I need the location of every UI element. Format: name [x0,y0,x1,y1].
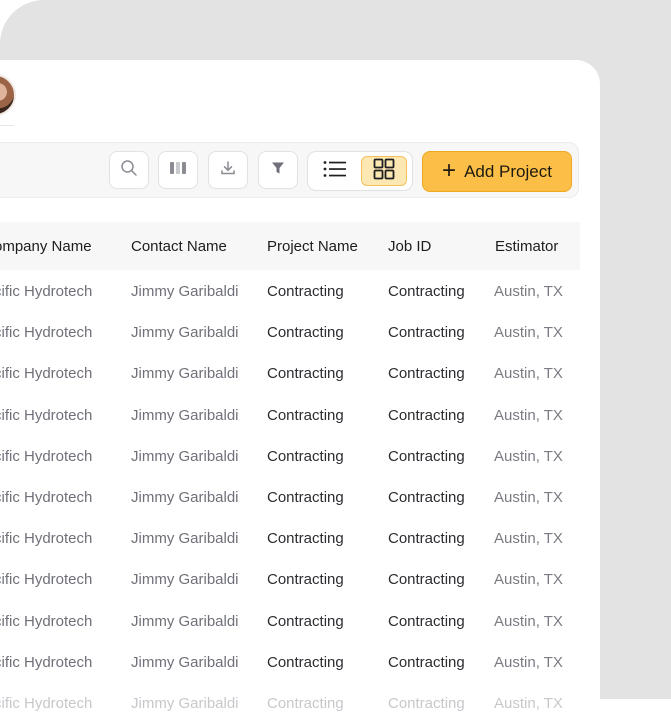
estimator-cell: Austin, TX [494,324,563,342]
project-name-cell: Contracting [267,530,344,548]
filter-icon [270,160,286,181]
header-company-name[interactable]: ompany Name [0,238,92,255]
header-divider [0,125,14,126]
contact-name-cell: Jimmy Garibaldi [131,406,239,424]
job-id-cell: Contracting [388,447,465,465]
grid-view-button[interactable] [361,156,407,186]
company-name-cell: cific Hydrotech [0,530,93,548]
columns-icon [169,161,187,180]
job-id-cell: Contracting [388,283,465,300]
header-project-name[interactable]: Project Name [267,238,358,255]
project-name-cell: Contracting [267,406,344,424]
filter-button[interactable] [258,151,298,189]
estimator-cell: Austin, TX [494,612,563,630]
list-view-button[interactable] [312,156,358,186]
header-job-id[interactable]: Job ID [388,238,431,255]
project-name-cell: Contracting [267,695,344,712]
job-id-cell: Contracting [388,653,465,671]
contact-name-cell: Jimmy Garibaldi [131,489,239,506]
job-id-cell: Contracting [388,489,465,506]
estimator-cell: Austin, TX [494,283,563,300]
company-name-cell: cific Hydrotech [0,695,93,712]
estimator-cell: Austin, TX [494,489,563,506]
company-name-cell: cific Hydrotech [0,283,93,300]
search-button[interactable] [109,151,149,189]
estimator-cell: Austin, TX [494,695,563,712]
estimator-cell: Austin, TX [494,406,563,424]
estimator-cell: Austin, TX [494,447,563,465]
project-name-cell: Contracting [267,324,344,342]
job-id-cell: Contracting [388,530,465,548]
header-estimator[interactable]: Estimator [495,238,558,255]
job-id-cell: Contracting [388,365,465,383]
project-name-cell: Contracting [267,653,344,671]
job-id-cell: Contracting [388,612,465,630]
project-name-cell: Contracting [267,447,344,465]
company-name-cell: cific Hydrotech [0,324,93,342]
contact-name-cell: Jimmy Garibaldi [131,324,239,342]
contact-name-cell: Jimmy Garibaldi [131,447,239,465]
company-name-cell: cific Hydrotech [0,489,93,506]
header-contact-name[interactable]: Contact Name [131,238,227,255]
estimator-cell: Austin, TX [494,571,563,589]
job-id-cell: Contracting [388,695,465,712]
project-name-cell: Contracting [267,489,344,506]
company-name-cell: cific Hydrotech [0,612,93,630]
contact-name-cell: Jimmy Garibaldi [131,695,239,712]
company-name-cell: cific Hydrotech [0,447,93,465]
contact-name-cell: Jimmy Garibaldi [131,283,239,300]
project-name-cell: Contracting [267,571,344,589]
estimator-cell: Austin, TX [494,530,563,548]
search-icon [120,159,138,182]
project-name-cell: Contracting [267,365,344,383]
estimator-cell: Austin, TX [494,365,563,383]
columns-button[interactable] [158,151,198,189]
download-button[interactable] [208,151,248,189]
list-view-icon [323,160,347,183]
company-name-cell: cific Hydrotech [0,571,93,589]
contact-name-cell: Jimmy Garibaldi [131,612,239,630]
company-name-cell: cific Hydrotech [0,365,93,383]
add-project-label: Add Project [464,161,552,181]
grid-view-icon [373,158,395,185]
add-project-button[interactable]: + Add Project [422,151,572,192]
job-id-cell: Contracting [388,406,465,424]
contact-name-cell: Jimmy Garibaldi [131,571,239,589]
job-id-cell: Contracting [388,324,465,342]
project-name-cell: Contracting [267,612,344,630]
contact-name-cell: Jimmy Garibaldi [131,365,239,383]
contact-name-cell: Jimmy Garibaldi [131,653,239,671]
plus-icon: + [442,156,457,184]
view-toggle [307,151,413,191]
project-name-cell: Contracting [267,283,344,300]
contact-name-cell: Jimmy Garibaldi [131,530,239,548]
avatar[interactable] [0,74,16,116]
job-id-cell: Contracting [388,571,465,589]
company-name-cell: cific Hydrotech [0,406,93,424]
download-icon [220,160,236,181]
company-name-cell: cific Hydrotech [0,653,93,671]
estimator-cell: Austin, TX [494,653,563,671]
